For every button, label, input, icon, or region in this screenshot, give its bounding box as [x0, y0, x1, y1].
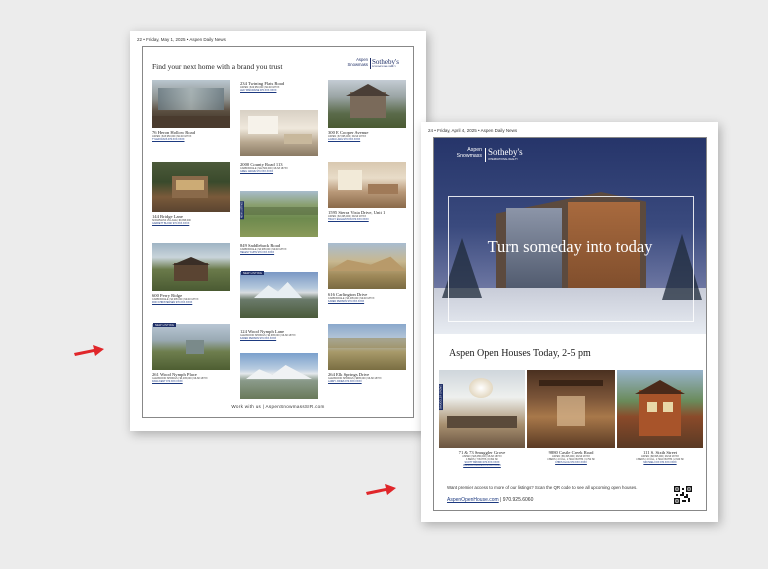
- open-house-photo: [527, 370, 615, 448]
- sothebys-logo: Aspen Snowmass Sotheby's INTERNATIONAL R…: [456, 147, 523, 162]
- listing-item: 849 Saddleback Road CARBONDALE | $4,995,…: [240, 243, 287, 254]
- hero-headline: Turn someday into today: [487, 237, 653, 256]
- listing-item: 76 Heron Hollow Road ASPEN | $15,950,000…: [152, 130, 195, 141]
- listing-photo: [152, 243, 230, 291]
- listing-photo: [152, 162, 230, 212]
- contact-line: AspenOpenHouse.com | 970.925.6060: [447, 497, 534, 503]
- open-house-badge: SMUGGLER GROVE: [439, 384, 443, 411]
- listing-photo: [152, 324, 230, 370]
- open-house-item: 111 S. Sixth Street ASPEN | $8,995,000 |…: [636, 450, 684, 464]
- listing-item: 124 Wood Nymph Lane GLENWOOD SPRINGS | $…: [240, 329, 296, 340]
- cta-text: Want premier access to more of our listi…: [447, 485, 638, 490]
- page-header: 22 • Friday, May 1, 2025 • Aspen Daily N…: [137, 37, 226, 42]
- newspaper-page-listings: 22 • Friday, May 1, 2025 • Aspen Daily N…: [130, 31, 426, 431]
- new-listing-badge: NEW LISTING: [241, 271, 265, 275]
- open-house-photo: [617, 370, 703, 448]
- listing-item: 300 E Cooper Avenue ASPEN | $7,995,000 |…: [328, 130, 369, 141]
- listing-item: 2000 County Road 113 CARBONDALE | $12,50…: [240, 162, 288, 173]
- listing-item: 1595 Sierra Vista Drive, Unit 1 ASPEN | …: [328, 210, 386, 221]
- listing-photo: [328, 162, 406, 208]
- listing-item: 264 Elk Springs Drive GLENWOOD SPRINGS |…: [328, 372, 382, 383]
- qr-code-icon[interactable]: [674, 486, 692, 504]
- ad-footer: Work with us | AspenSnowmassSIR.com: [231, 404, 325, 409]
- listing-photo: [328, 80, 406, 128]
- red-arrow-icon: [366, 484, 396, 495]
- listing-photo: [240, 272, 318, 318]
- listing-item: 261 Wood Nymph Place GLENWOOD SPRINGS | …: [152, 372, 208, 383]
- section-title: Aspen Open Houses Today, 2-5 pm: [449, 348, 591, 359]
- listing-photo: [240, 191, 318, 237]
- listing-photo: [328, 324, 406, 370]
- newspaper-page-open-houses: 24 • Friday, April 4, 2025 • Aspen Daily…: [421, 122, 718, 522]
- listing-item: 144 Bridge Lane SNOWMASS VILLAGE | $9,99…: [152, 214, 191, 225]
- listing-item: 600 Perry Ridge CARBONDALE | $4,995,000 …: [152, 293, 199, 304]
- new-listing-badge: NEW LISTING: [153, 323, 177, 327]
- listing-photo: [240, 353, 318, 399]
- listing-photo: [152, 80, 230, 128]
- ad-title: Find your next home with a brand you tru…: [152, 62, 283, 71]
- page-header: 24 • Friday, April 4, 2025 • Aspen Daily…: [428, 128, 518, 133]
- listing-photo: [240, 110, 318, 156]
- open-house-photo: [439, 370, 525, 448]
- red-arrow-icon: [74, 345, 104, 356]
- listing-item: 616 Carlington Drive CARBONDALE | $3,495…: [328, 292, 375, 303]
- open-house-item: 71 & 73 Smuggler Grove ASPEN | $18,950,0…: [458, 450, 506, 467]
- sothebys-logo: Aspen Snowmass Sotheby's INTERNATIONAL R…: [347, 57, 399, 69]
- listing-item: 234 Twining Flats Road ASPEN | $19,950,0…: [240, 81, 285, 92]
- new-listing-badge: NEW LISTING: [240, 201, 244, 220]
- open-house-item: 9880 Castle Creek Road ASPEN | $5,495,00…: [547, 450, 595, 464]
- website-link[interactable]: AspenOpenHouse.com: [447, 497, 499, 503]
- listing-photo: [328, 243, 406, 289]
